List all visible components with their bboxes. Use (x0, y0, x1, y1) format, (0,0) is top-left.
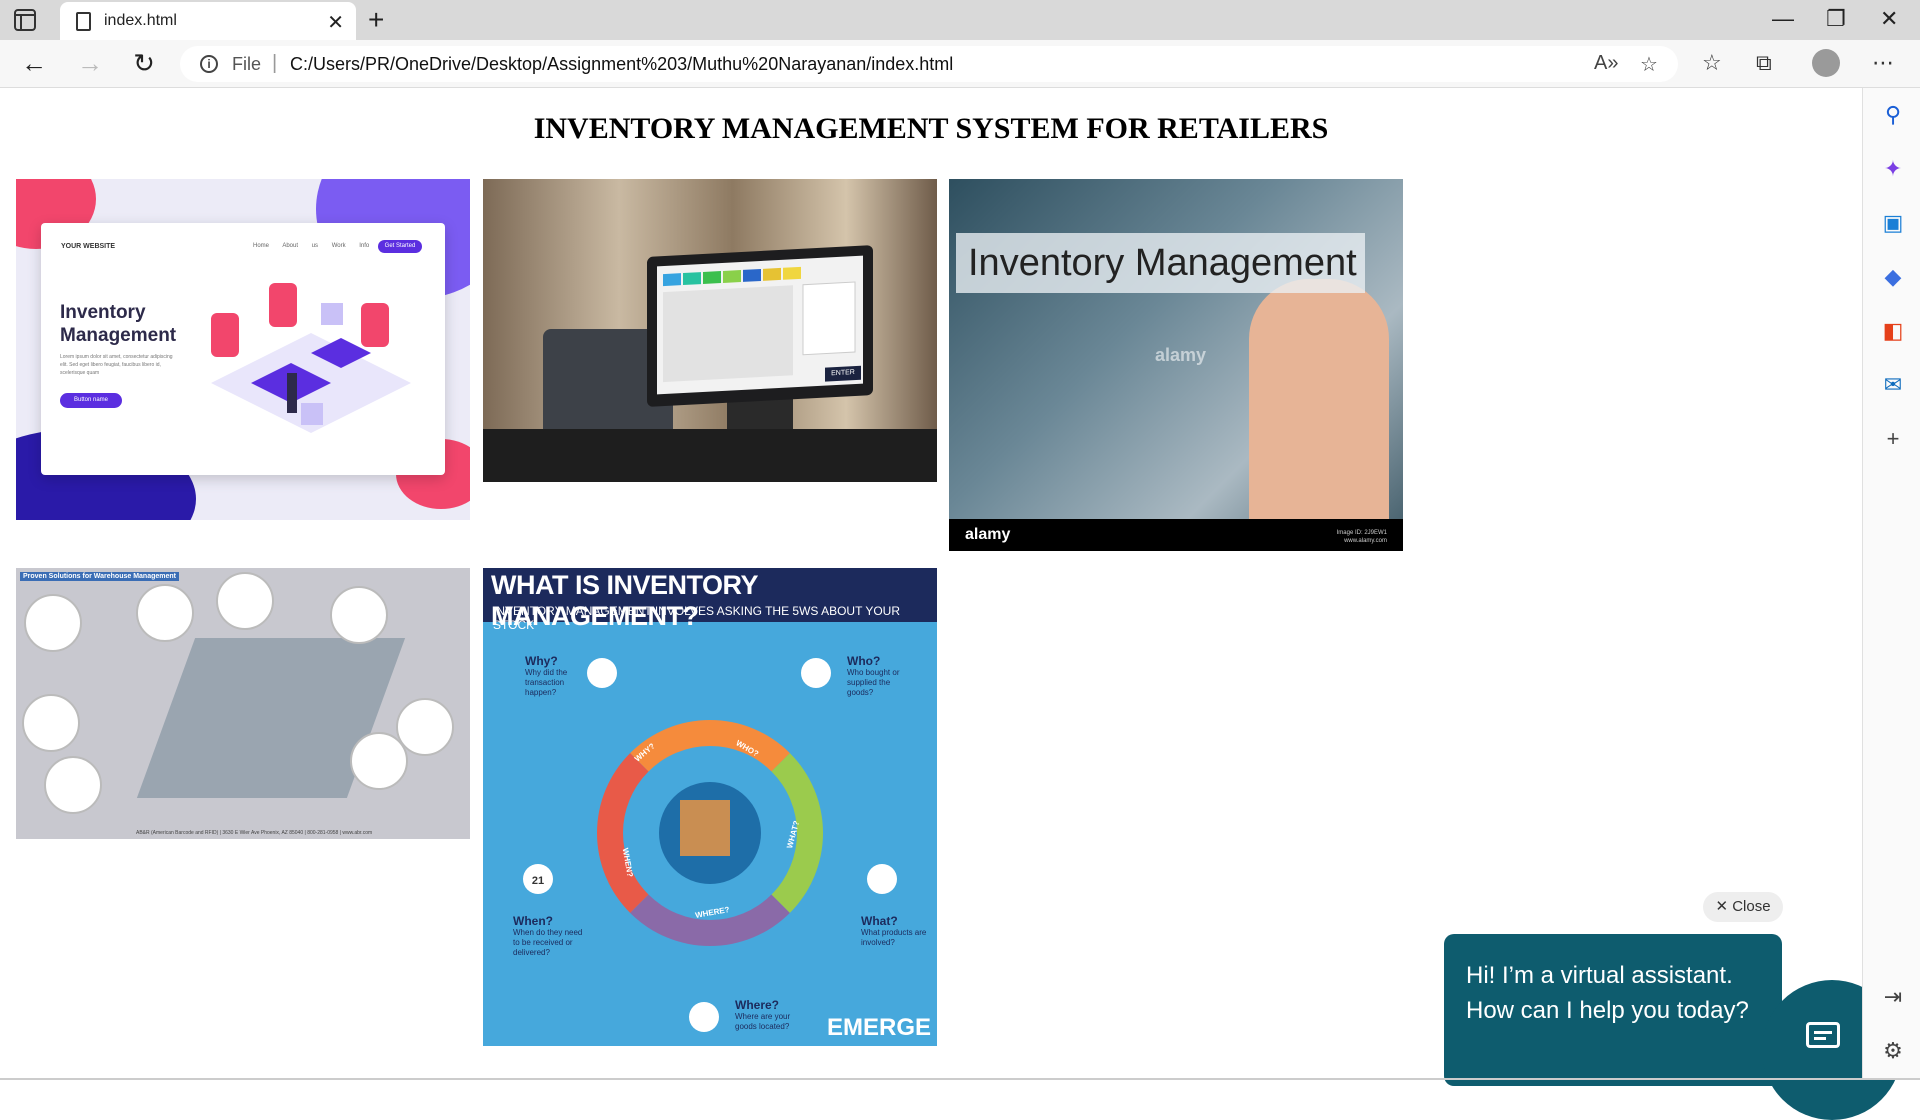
info-icon[interactable]: i (200, 55, 218, 73)
favorites-icon[interactable]: ☆ (1702, 50, 1722, 76)
inventory-management-illustration: YOUR WEBSITE Home About us Work Info Get… (16, 179, 470, 520)
im-label: Inventory Management (956, 233, 1365, 293)
warehouse-footer: AB&R (American Barcode and RFID) | 3630 … (136, 830, 373, 836)
alamy-brand: alamy (965, 526, 1011, 543)
page-icon (76, 12, 91, 31)
alamy-footer: alamy Image ID: 2J9EW1 www.alamy.com (949, 519, 1403, 551)
card-brand: YOUR WEBSITE (61, 243, 116, 250)
what-is-inventory-management-infographic: WHAT IS INVENTORY MANAGEMENT? INVENTORY … (483, 568, 937, 1046)
address-bar: ← → ↻ i File | C:/Users/PR/OneDrive/Desk… (0, 40, 1920, 88)
forward-icon[interactable]: → (74, 48, 106, 78)
outlook-icon[interactable]: ✉ (1879, 372, 1907, 398)
location-pin-icon (689, 1002, 719, 1032)
monitor-stand (727, 399, 793, 429)
copilot-icon[interactable]: ✦ (1879, 156, 1907, 182)
more-options-icon[interactable]: ⋯ (1872, 50, 1894, 76)
pos-monitor: ENTER (647, 245, 873, 407)
image-meta: Image ID: 2J9EW1 www.alamy.com (1337, 529, 1387, 545)
collections-icon[interactable]: ⧉ (1756, 50, 1772, 76)
read-aloud-icon[interactable]: A» (1594, 52, 1618, 75)
infographic-header: WHAT IS INVENTORY MANAGEMENT? INVENTORY … (483, 568, 937, 632)
isometric-warehouse-icon (211, 283, 411, 433)
printer-circle (330, 586, 388, 644)
hide-sidebar-icon[interactable]: ⇥ (1879, 984, 1907, 1010)
tools-icon[interactable]: ▣ (1879, 210, 1907, 236)
pointing-finger (1249, 279, 1389, 551)
where-question: Where? (735, 998, 780, 1012)
image-id: Image ID: 2J9EW1 (1336, 530, 1387, 536)
calendar-icon: 21 (523, 864, 553, 894)
when-sub: When do they need to be received or deli… (513, 928, 583, 957)
minimize-icon[interactable]: — (1772, 6, 1794, 32)
add-favorite-icon[interactable]: ☆ (1640, 52, 1658, 77)
tablet-circle (350, 732, 408, 790)
refresh-icon[interactable]: ↻ (128, 48, 160, 78)
why-question: Why? (525, 654, 558, 668)
inventory-management-stock-photo: Inventory Management alamy alamy Image I… (949, 179, 1403, 551)
close-assistant-button[interactable]: ✕ Close (1703, 892, 1783, 922)
url-text[interactable]: C:/Users/PR/OneDrive/Desktop/Assignment%… (290, 54, 953, 75)
warehouse-solutions-infographic: Proven Solutions for Warehouse Managemen… (16, 568, 470, 839)
tab-actions-icon[interactable] (14, 9, 36, 31)
edge-sidebar: ⚲ ✦ ▣ ◆ ◧ ✉ + ⇥ ⚙ (1862, 88, 1920, 1080)
office-icon[interactable]: ◧ (1879, 318, 1907, 344)
infographic-subtitle: INVENTORY MANAGEMENT INVOLVES ASKING THE… (493, 604, 900, 632)
enter-button: ENTER (825, 365, 861, 382)
close-label: Close (1732, 898, 1771, 915)
abr-logo-circle (24, 594, 82, 652)
back-icon[interactable]: ← (18, 48, 50, 78)
profile-avatar[interactable] (1812, 49, 1840, 77)
card-body: Lorem ipsum dolor sit amet, consectetur … (60, 354, 173, 376)
settings-icon[interactable]: ⚙ (1879, 1038, 1907, 1064)
tab-bar: index.html ✕ + — ❐ ✕ (0, 0, 1920, 40)
website-card: YOUR WEBSITE Home About us Work Info Get… (41, 223, 445, 475)
page-content: INVENTORY MANAGEMENT SYSTEM FOR RETAILER… (0, 88, 1862, 1086)
why-sub: Why did the transaction happen? (525, 668, 568, 697)
search-icon[interactable]: ⚲ (1879, 102, 1907, 128)
who-question: Who? (847, 654, 881, 668)
vehicle-computer-circle (44, 756, 102, 814)
new-tab-icon[interactable]: + (368, 4, 384, 36)
what-question: What? (861, 914, 898, 928)
when-question: When? (513, 914, 553, 928)
warehouse-title: Proven Solutions for Warehouse Managemen… (20, 572, 179, 581)
card-cta: Get Started (378, 240, 422, 253)
file-label: File (232, 54, 262, 74)
tab-title: index.html (104, 12, 177, 29)
add-app-icon[interactable]: + (1879, 426, 1907, 452)
page-title: INVENTORY MANAGEMENT SYSTEM FOR RETAILER… (533, 112, 1329, 145)
barcode-circle (216, 572, 274, 630)
pos-terminal-photo: ENTER (483, 179, 937, 482)
card-nav: Home About us Work Info (253, 243, 370, 249)
image-url: www.alamy.com (1344, 538, 1387, 544)
emerge-brand: EMERGE (826, 1014, 931, 1041)
assistant-bubble: Hi! I’m a virtual assistant. How can I h… (1444, 934, 1782, 1086)
counter-base (483, 429, 937, 482)
watermark: alamy (1155, 345, 1207, 365)
boxes-icon (680, 800, 730, 856)
who-sub: Who bought or supplied the goods? (847, 668, 900, 697)
mobile-printer-circle (22, 694, 80, 752)
what-icon (867, 864, 897, 894)
restore-icon[interactable]: ❐ (1826, 6, 1846, 32)
what-sub: What products are involved? (861, 928, 927, 947)
tab-index-html[interactable]: index.html ✕ (60, 2, 356, 40)
card-button: Button name (60, 393, 122, 408)
close-window-icon[interactable]: ✕ (1880, 6, 1898, 32)
who-icon (801, 658, 831, 688)
chat-icon (1806, 1022, 1840, 1048)
url-separator: | (272, 52, 278, 74)
url-box[interactable]: i File | C:/Users/PR/OneDrive/Desktop/As… (180, 46, 1678, 82)
card-heading: Inventory Management (60, 302, 177, 346)
where-sub: Where are your goods located? (735, 1012, 791, 1031)
games-icon[interactable]: ◆ (1879, 264, 1907, 290)
close-tab-icon[interactable]: ✕ (327, 10, 344, 35)
scanner-circle (136, 584, 194, 642)
